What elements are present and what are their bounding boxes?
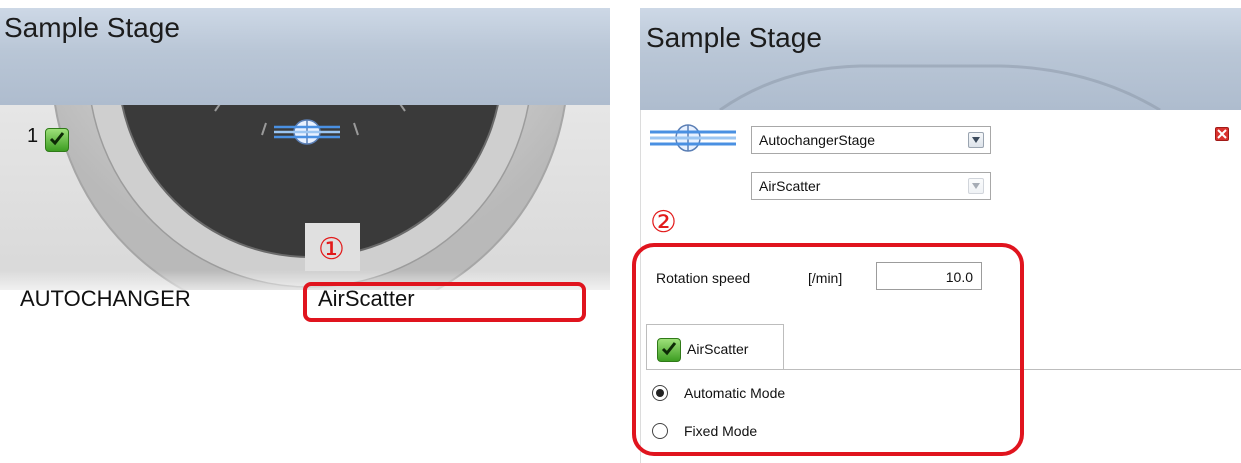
left-panel-title: Sample Stage — [4, 12, 180, 43]
stage-type-value: AutochangerStage — [759, 132, 875, 148]
chevron-down-icon[interactable] — [968, 178, 984, 194]
annotation-highlight-box-1 — [303, 282, 586, 322]
annotation-marker-1: ① — [318, 233, 345, 266]
left-sample-stage-panel: Sample Stage 1 ① AUTOCHANGER AirScatter — [0, 0, 610, 325]
sample-select-value: AirScatter — [759, 178, 821, 194]
position-number: 1 — [27, 125, 39, 147]
sample-select[interactable]: AirScatter — [751, 172, 991, 200]
capillary-holder-icon — [650, 124, 736, 152]
close-icon[interactable] — [1215, 127, 1229, 141]
position-check-icon[interactable] — [45, 128, 69, 152]
changer-label: AUTOCHANGER — [20, 286, 191, 311]
annotation-highlight-box-2 — [632, 243, 1024, 456]
capillary-holder-icon — [274, 119, 340, 145]
stage-type-select[interactable]: AutochangerStage — [751, 126, 991, 154]
right-panel-title: Sample Stage — [646, 22, 822, 53]
chevron-down-icon[interactable] — [968, 132, 984, 148]
left-panel-header: Sample Stage — [0, 8, 610, 106]
annotation-marker-2: ② — [650, 206, 677, 239]
right-panel-header: Sample Stage — [640, 8, 1241, 111]
